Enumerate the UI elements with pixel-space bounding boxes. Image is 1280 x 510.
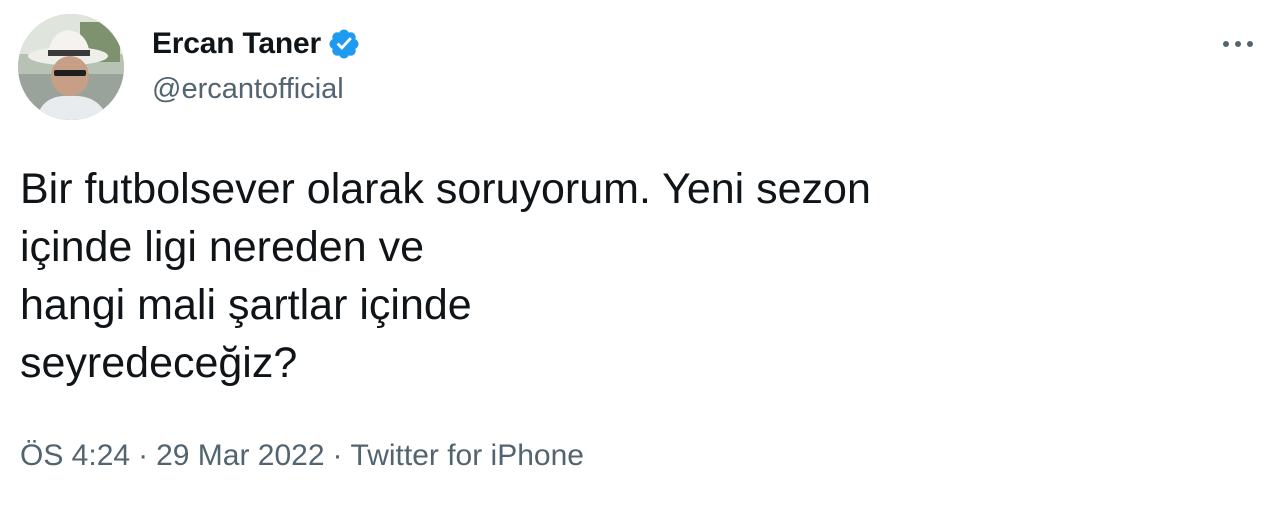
tweet-timestamp-link[interactable]: ÖS 4:24 · 29 Mar 2022 bbox=[20, 439, 325, 472]
avatar[interactable] bbox=[18, 14, 124, 120]
tweet-date: 29 Mar 2022 bbox=[156, 439, 325, 472]
avatar-photo bbox=[18, 14, 124, 120]
tweet-source-link[interactable]: Twitter for iPhone bbox=[351, 439, 584, 472]
tweet-text-line: Bir futbolsever olarak soruyorum. Yeni s… bbox=[20, 165, 871, 213]
verified-badge-icon bbox=[327, 27, 361, 61]
tweet-time: ÖS 4:24 bbox=[20, 439, 131, 472]
more-options-button[interactable] bbox=[1212, 24, 1264, 64]
tweet-card: Ercan Taner @ercantofficial Bir futbolse… bbox=[0, 0, 1280, 510]
meta-separator: · bbox=[138, 439, 149, 472]
user-handle[interactable]: @ercantofficial bbox=[152, 70, 361, 108]
tweet-text-line: içinde ligi nereden ve bbox=[20, 223, 424, 271]
tweet-text: Bir futbolsever olarak soruyorum. Yeni s… bbox=[20, 160, 1200, 392]
meta-separator: · bbox=[332, 439, 343, 472]
tweet-text-line: hangi mali şartlar içinde bbox=[20, 281, 472, 329]
tweet-meta: ÖS 4:24 · 29 Mar 2022 · Twitter for iPhone bbox=[20, 434, 584, 478]
author-info: Ercan Taner @ercantofficial bbox=[152, 24, 361, 108]
tweet-text-line: seyredeceğiz? bbox=[20, 339, 298, 387]
name-row: Ercan Taner bbox=[152, 24, 361, 64]
more-options-icon bbox=[1223, 41, 1253, 47]
display-name[interactable]: Ercan Taner bbox=[152, 27, 321, 61]
